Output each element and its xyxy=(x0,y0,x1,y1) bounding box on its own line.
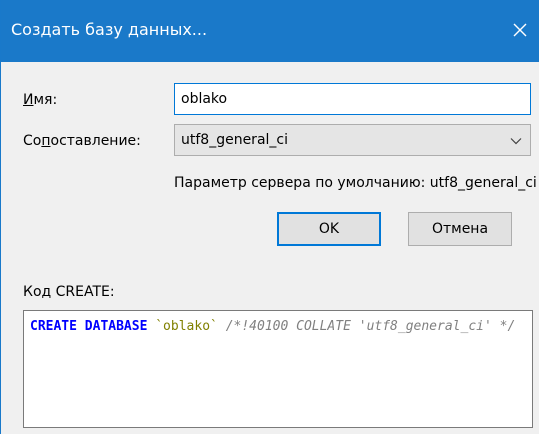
collation-selected-value: utf8_general_ci xyxy=(181,132,288,148)
create-database-dialog: Создать базу данных... Имя: Сопоставлени… xyxy=(0,0,539,434)
close-button[interactable] xyxy=(504,14,536,46)
close-icon xyxy=(513,23,527,37)
collation-label-prefix: Со xyxy=(23,133,42,149)
chevron-down-icon xyxy=(510,135,522,147)
sql-identifier: `oblako` xyxy=(155,319,218,334)
name-label-text: мя: xyxy=(33,92,58,108)
name-label-accelerator: И xyxy=(23,92,34,108)
window-title: Создать базу данных... xyxy=(11,20,208,39)
server-default-collation: Параметр сервера по умолчанию: utf8_gene… xyxy=(174,175,537,191)
sql-comment: /*!40100 COLLATE 'utf8_general_ci' */ xyxy=(225,319,516,334)
sql-keyword: CREATE DATABASE xyxy=(30,319,148,334)
create-code-textarea[interactable]: CREATE DATABASE `oblako` /*!40100 COLLAT… xyxy=(23,310,533,428)
collation-label: Сопоставление: xyxy=(23,132,141,150)
database-name-input[interactable] xyxy=(174,83,531,115)
ok-button[interactable]: OK xyxy=(277,212,381,246)
create-code-label: Код CREATE: xyxy=(23,284,115,300)
collation-label-accelerator: п xyxy=(41,133,51,149)
title-bar: Создать базу данных... xyxy=(1,0,539,62)
collation-select[interactable]: utf8_general_ci xyxy=(174,124,531,156)
name-label: Имя: xyxy=(23,91,57,109)
collation-label-text: оставление: xyxy=(50,133,141,149)
cancel-button[interactable]: Отмена xyxy=(408,212,512,246)
